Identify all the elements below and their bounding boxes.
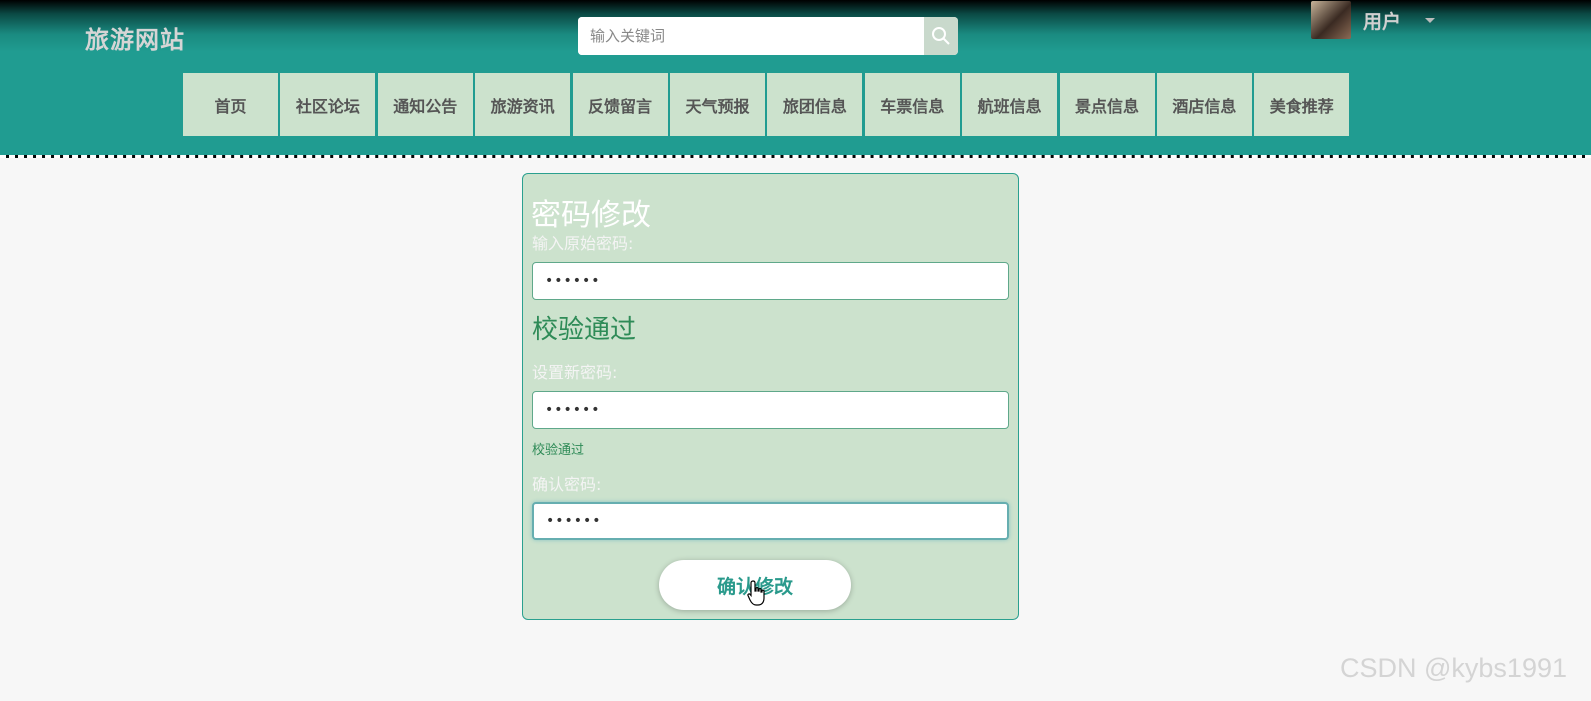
form-title: 密码修改	[531, 198, 651, 233]
old-password-check-status: 校验通过	[532, 315, 637, 345]
nav-item-food[interactable]: 美食推荐	[1254, 73, 1350, 136]
new-password-label: 设置新密码:	[532, 363, 618, 382]
nav-item-feedback[interactable]: 反馈留言	[572, 73, 668, 136]
new-password-field[interactable]	[532, 391, 1009, 429]
caret-down-icon[interactable]	[1425, 17, 1436, 23]
password-change-form: 密码修改 输入原始密码: 校验通过 设置新密码: 校验通过 确认密码: 确认修改	[522, 173, 1019, 620]
site-title[interactable]: 旅游网站	[85, 20, 185, 55]
watermark: CSDN @kybs1991	[1340, 653, 1567, 683]
search-icon	[932, 27, 950, 45]
main-nav: 首页 社区论坛 通知公告 旅游资讯 反馈留言 天气预报 旅团信息 车票信息 航班…	[183, 73, 1352, 136]
old-password-field[interactable]	[532, 262, 1009, 300]
hand-pointer-icon	[747, 580, 765, 606]
search-button[interactable]	[924, 17, 958, 55]
confirm-password-label: 确认密码:	[532, 475, 602, 494]
nav-item-attractions[interactable]: 景点信息	[1059, 73, 1155, 136]
nav-item-tour-group[interactable]: 旅团信息	[767, 73, 863, 136]
confirm-password-field[interactable]	[532, 502, 1009, 540]
nav-item-forum[interactable]: 社区论坛	[280, 73, 376, 136]
nav-item-flights[interactable]: 航班信息	[962, 73, 1058, 136]
nav-item-home[interactable]: 首页	[183, 73, 278, 136]
avatar[interactable]	[1311, 1, 1351, 39]
nav-item-notice[interactable]: 通知公告	[377, 73, 473, 136]
new-password-check-status: 校验通过	[532, 443, 585, 458]
user-menu[interactable]: 用户	[1311, 0, 1436, 40]
search-box	[578, 17, 958, 55]
user-label[interactable]: 用户	[1363, 7, 1401, 34]
nav-item-hotels[interactable]: 酒店信息	[1156, 73, 1252, 136]
nav-item-travel-news[interactable]: 旅游资讯	[475, 73, 571, 136]
old-password-label: 输入原始密码:	[532, 234, 634, 253]
search-input[interactable]	[578, 17, 924, 55]
nav-item-weather[interactable]: 天气预报	[669, 73, 765, 136]
nav-item-tickets[interactable]: 车票信息	[864, 73, 960, 136]
